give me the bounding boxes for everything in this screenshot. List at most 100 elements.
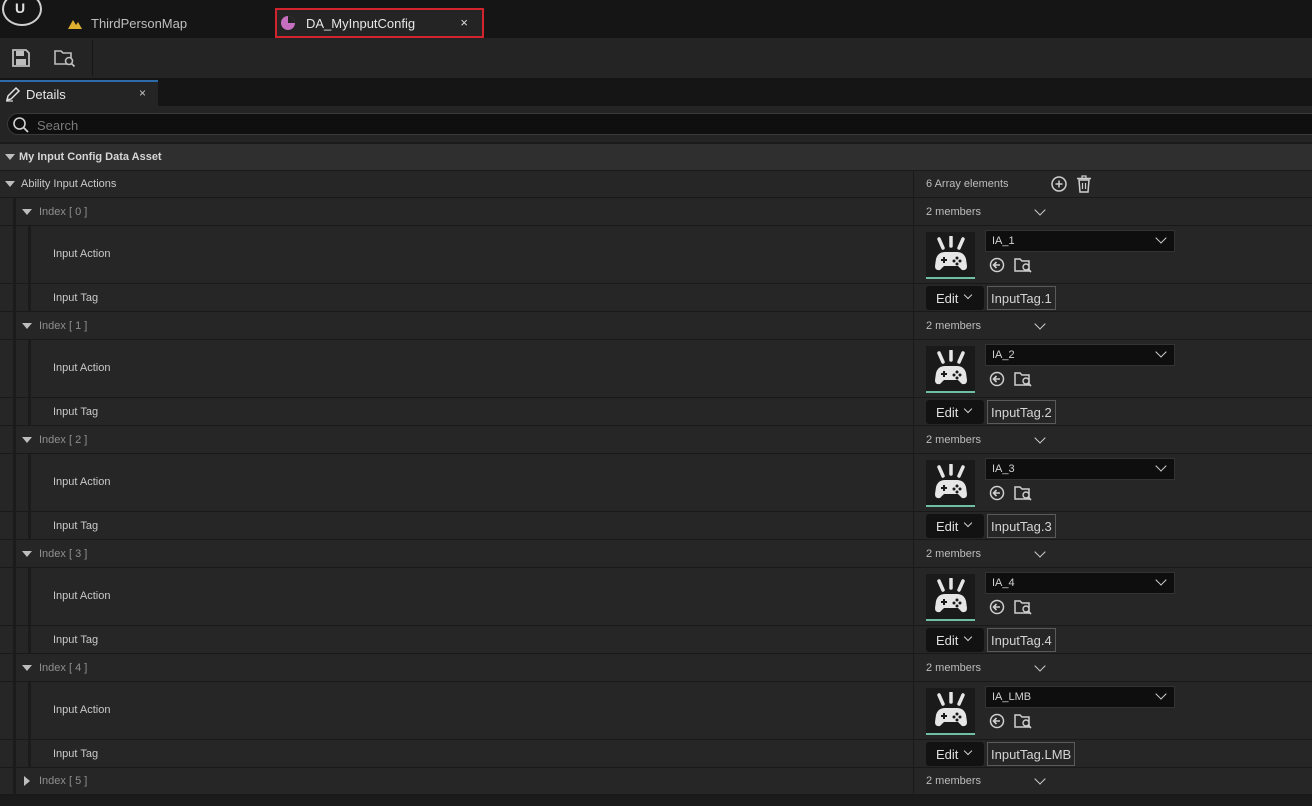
edit-tag-button[interactable]: Edit: [926, 286, 984, 310]
index-label: Index [ 4 ]: [39, 662, 88, 674]
input-tag-row: Input Tag Edit InputTag.3: [0, 512, 1312, 540]
members-text: 2 members: [926, 320, 982, 332]
asset-picker-combo[interactable]: IA_4: [985, 572, 1175, 594]
use-selected-button[interactable]: [988, 370, 1006, 388]
asset-picker-value: IA_LMB: [992, 691, 1032, 703]
chevron-down-icon[interactable]: [1034, 432, 1046, 444]
asset-thumbnail[interactable]: [926, 574, 975, 621]
close-icon[interactable]: ×: [460, 15, 468, 30]
unreal-logo-icon[interactable]: U: [2, 0, 42, 26]
chevron-down-icon[interactable]: [1034, 660, 1046, 672]
title-bar: U ThirdPersonMap DA_MyInputConfig ×: [0, 0, 1312, 38]
asset-thumbnail[interactable]: [926, 232, 975, 279]
details-tab-label: Details: [26, 86, 66, 102]
tab-third-person-map[interactable]: ThirdPersonMap: [62, 8, 187, 38]
save-icon: [12, 49, 30, 67]
input-action-row: Input Action IA_LMB: [0, 682, 1312, 740]
use-selected-arrow-icon: [989, 257, 1005, 273]
input-action-label: Input Action: [53, 476, 111, 488]
expand-arrow-icon[interactable]: [22, 323, 32, 329]
chevron-down-icon[interactable]: [1034, 204, 1046, 216]
gameplay-tag-chip[interactable]: InputTag.3: [987, 514, 1056, 538]
browse-asset-button[interactable]: [1014, 712, 1032, 730]
expand-arrow-icon[interactable]: [22, 209, 32, 215]
gamepad-icon: [934, 691, 967, 726]
use-selected-button[interactable]: [988, 598, 1006, 616]
chevron-down-icon[interactable]: [1034, 318, 1046, 330]
array-label: Ability Input Actions: [21, 178, 117, 190]
browse-to-asset-button[interactable]: [52, 46, 78, 70]
expand-arrow-icon[interactable]: [5, 181, 15, 187]
panel-bottom-edge: [0, 796, 1312, 806]
expand-arrow-icon[interactable]: [22, 437, 32, 443]
chevron-down-icon[interactable]: [1034, 546, 1046, 558]
category-header[interactable]: My Input Config Data Asset: [0, 144, 1312, 170]
gameplay-tag-chip[interactable]: InputTag.4: [987, 628, 1056, 652]
tab-label: ThirdPersonMap: [91, 15, 188, 31]
asset-thumbnail[interactable]: [926, 688, 975, 735]
edit-label: Edit: [936, 632, 959, 648]
edit-tag-button[interactable]: Edit: [926, 742, 984, 766]
browse-asset-icon: [1014, 600, 1032, 615]
browse-asset-button[interactable]: [1014, 598, 1032, 616]
edit-tag-button[interactable]: Edit: [926, 514, 984, 538]
input-action-label: Input Action: [53, 704, 111, 716]
category-label: My Input Config Data Asset: [19, 151, 162, 163]
edit-tag-button[interactable]: Edit: [926, 400, 984, 424]
index-label: Index [ 0 ]: [39, 206, 88, 218]
array-element: Index [ 4 ] 2 members Input Action IA_LM…: [0, 654, 1312, 768]
array-value-cell: 6 Array elements: [914, 171, 1312, 197]
use-selected-arrow-icon: [989, 485, 1005, 501]
asset-picker-combo[interactable]: IA_2: [985, 344, 1175, 366]
input-tag-label: Input Tag: [53, 520, 99, 532]
use-selected-button[interactable]: [988, 484, 1006, 502]
asset-thumbnail[interactable]: [926, 460, 975, 507]
edit-tag-button[interactable]: Edit: [926, 628, 984, 652]
chevron-down-icon: [1155, 232, 1167, 244]
tab-da-my-input-config[interactable]: DA_MyInputConfig ×: [275, 8, 484, 38]
array-header-row: Ability Input Actions 6 Array elements: [0, 171, 1312, 198]
gamepad-icon: [934, 349, 967, 384]
browse-asset-button[interactable]: [1014, 256, 1032, 274]
input-tag-label: Input Tag: [53, 406, 99, 418]
asset-thumbnail[interactable]: [926, 346, 975, 393]
tab-details[interactable]: Details ×: [0, 80, 158, 106]
expand-arrow-icon[interactable]: [22, 665, 32, 671]
index-row: Index [ 0 ] 2 members: [0, 198, 1312, 226]
chevron-down-icon[interactable]: [1034, 773, 1046, 785]
search-box: [7, 113, 1312, 135]
asset-picker-combo[interactable]: IA_3: [985, 458, 1175, 480]
browse-asset-icon: [1014, 714, 1032, 729]
array-element: Index [ 1 ] 2 members Input Action IA_2 …: [0, 312, 1312, 426]
trash-icon[interactable]: [1076, 175, 1092, 193]
asset-picker-combo[interactable]: IA_LMB: [985, 686, 1175, 708]
use-selected-button[interactable]: [988, 256, 1006, 274]
data-asset-icon: [281, 16, 295, 30]
asset-picker-value: IA_4: [992, 577, 1015, 589]
expand-arrow-icon[interactable]: [22, 551, 32, 557]
asset-picker-value: IA_2: [992, 349, 1015, 361]
search-input[interactable]: [35, 115, 1039, 135]
gameplay-tag-chip[interactable]: InputTag.2: [987, 400, 1056, 424]
browse-asset-button[interactable]: [1014, 484, 1032, 502]
members-text: 2 members: [926, 434, 982, 446]
gameplay-tag-chip[interactable]: InputTag.1: [987, 286, 1056, 310]
gameplay-tag-chip[interactable]: InputTag.LMB: [987, 742, 1076, 766]
add-element-icon[interactable]: [1050, 175, 1068, 193]
toolbar: [0, 38, 1312, 78]
use-selected-arrow-icon: [989, 371, 1005, 387]
index-row: Index [ 4 ] 2 members: [0, 654, 1312, 682]
input-tag-label: Input Tag: [53, 748, 99, 760]
members-text: 2 members: [926, 206, 982, 218]
index-label: Index [ 3 ]: [39, 548, 88, 560]
use-selected-button[interactable]: [988, 712, 1006, 730]
expand-arrow-icon[interactable]: [24, 776, 30, 786]
input-action-label: Input Action: [53, 248, 111, 260]
save-button[interactable]: [8, 46, 34, 70]
expand-arrow-icon[interactable]: [5, 154, 15, 160]
members-text: 2 members: [926, 548, 982, 560]
asset-picker-combo[interactable]: IA_1: [985, 230, 1175, 252]
close-icon[interactable]: ×: [139, 86, 146, 100]
browse-asset-icon: [1014, 258, 1032, 273]
browse-asset-button[interactable]: [1014, 370, 1032, 388]
